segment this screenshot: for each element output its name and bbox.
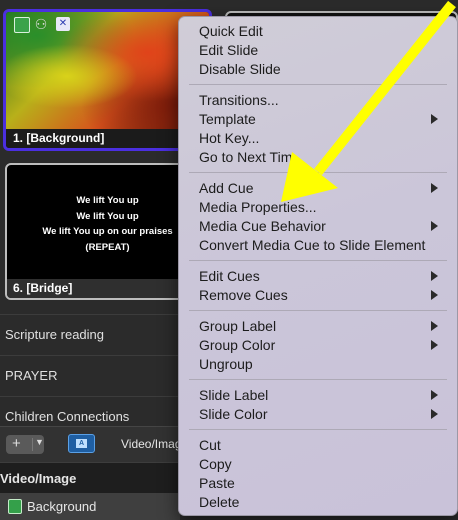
annotation-arrow-icon xyxy=(281,0,456,202)
